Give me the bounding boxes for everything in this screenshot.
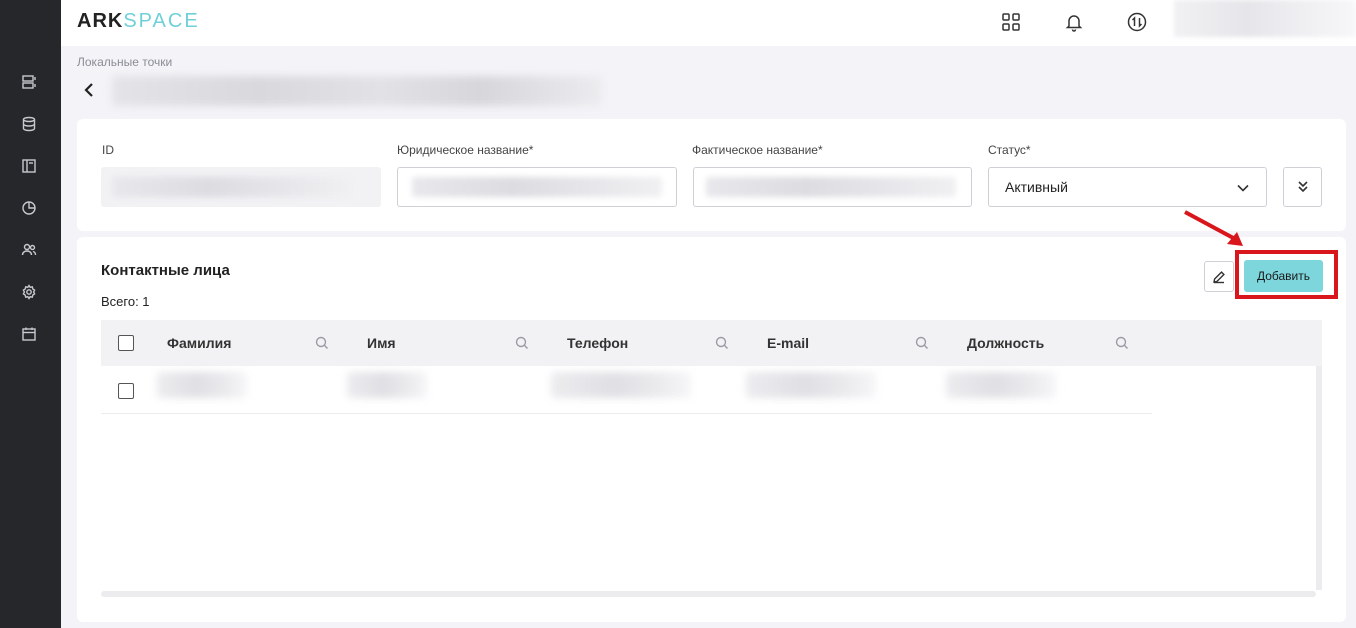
edit-button[interactable] [1204, 261, 1234, 292]
sidebar [0, 0, 61, 628]
logo[interactable]: ARKSPACE [77, 10, 200, 33]
search-icon[interactable] [1115, 336, 1129, 350]
vertical-scrollbar[interactable] [1316, 366, 1322, 590]
logo-space: SPACE [123, 10, 200, 32]
chevron-down-icon [1236, 181, 1250, 195]
double-chevron-down-icon [1297, 181, 1308, 193]
pencil-icon [1213, 270, 1225, 283]
expand-button[interactable] [1283, 167, 1322, 207]
top-bar: ARKSPACE [61, 0, 1356, 46]
database-icon[interactable] [20, 115, 38, 133]
legal-name-input[interactable] [397, 167, 677, 207]
table-header: Фамилия Имя Телефон E-mail Должность [101, 320, 1322, 366]
cell-firstname [347, 372, 427, 398]
legal-name-label: Юридическое название* [397, 143, 534, 157]
layout-icon[interactable] [20, 157, 38, 175]
column-email[interactable]: E-mail [767, 335, 809, 351]
cell-email [746, 372, 876, 398]
server-icon[interactable] [20, 73, 38, 91]
contacts-card: Контактные лица Всего: 1 Добавить Фамили… [77, 210, 1346, 622]
gear-icon[interactable] [20, 283, 38, 301]
table-row[interactable] [101, 367, 1152, 414]
search-icon[interactable] [515, 336, 529, 350]
column-position[interactable]: Должность [967, 335, 1044, 351]
column-phone[interactable]: Телефон [567, 335, 628, 351]
user-profile[interactable] [1174, 0, 1356, 37]
pie-chart-icon[interactable] [20, 199, 38, 217]
search-icon[interactable] [915, 336, 929, 350]
logo-ark: ARK [77, 10, 124, 32]
red-arrow-annotation [1184, 210, 1243, 246]
cell-phone [551, 372, 691, 398]
cell-lastname [157, 372, 247, 398]
status-label: Статус* [988, 143, 1031, 157]
id-label: ID [102, 143, 114, 157]
row-checkbox[interactable] [118, 383, 134, 399]
status-select[interactable]: Активный [988, 167, 1267, 207]
back-button[interactable] [80, 80, 98, 100]
contacts-total: Всего: 1 [101, 294, 150, 309]
search-icon[interactable] [315, 336, 329, 350]
add-contact-button[interactable]: Добавить [1244, 260, 1323, 292]
column-firstname[interactable]: Имя [367, 335, 396, 351]
calendar-icon[interactable] [20, 325, 38, 343]
search-icon[interactable] [715, 336, 729, 350]
chevron-left-icon [84, 83, 93, 97]
column-lastname[interactable]: Фамилия [167, 335, 231, 351]
apps-grid-icon[interactable] [1000, 11, 1022, 33]
select-all-checkbox[interactable] [118, 335, 134, 351]
horizontal-scrollbar[interactable] [101, 591, 1316, 597]
status-value: Активный [1005, 179, 1068, 195]
swap-icon[interactable] [1126, 11, 1148, 33]
actual-name-input[interactable] [693, 167, 972, 207]
cell-position [946, 372, 1056, 398]
details-card: ID Юридическое название* Фактическое наз… [77, 119, 1346, 231]
users-icon[interactable] [20, 241, 38, 259]
breadcrumb[interactable]: Локальные точки [77, 55, 172, 69]
id-field [101, 167, 381, 207]
actual-name-label: Фактическое название* [692, 143, 823, 157]
page-title [112, 76, 602, 106]
contacts-title: Контактные лица [101, 262, 230, 279]
bell-icon[interactable] [1063, 11, 1085, 33]
